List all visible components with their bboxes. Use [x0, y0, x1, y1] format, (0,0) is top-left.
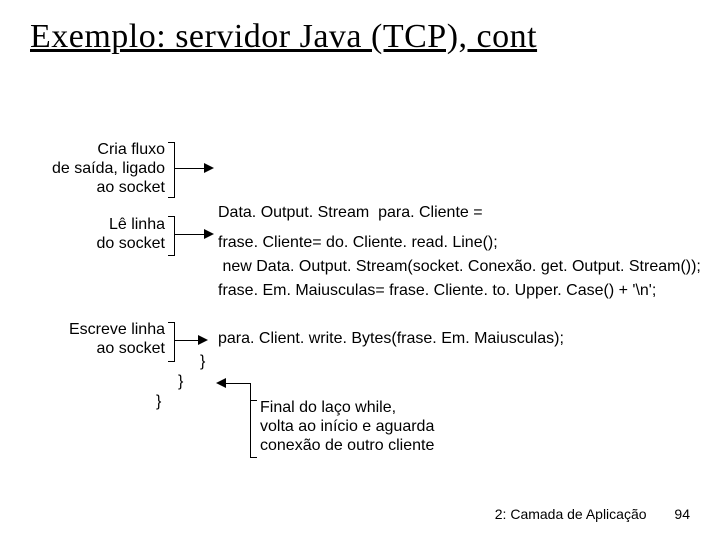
code-write-bytes: para. Client. write. Bytes(frase. Em. Ma… — [218, 330, 564, 348]
note-line1: Final do laço while, — [260, 398, 520, 417]
code1-line2: new Data. Output. Stream(socket. Conexão… — [218, 258, 701, 276]
footer-text: 2: Camada de Aplicação — [495, 506, 647, 522]
closing-brace-2: } — [178, 373, 183, 391]
slide-footer: 2: Camada de Aplicação 94 — [495, 506, 690, 522]
closing-brace-3: } — [156, 393, 161, 411]
closing-brace-1: } — [200, 353, 205, 371]
annotation-create-output-stream: Cria fluxo de saída, ligado ao socket — [35, 140, 165, 198]
annotation-read-line: Lê linha do socket — [60, 215, 165, 253]
ann2-line1: Lê linha — [60, 215, 165, 234]
arrowhead-1 — [204, 163, 214, 173]
ann2-line2: do socket — [60, 234, 165, 253]
arrow-note-h — [226, 383, 250, 384]
arrowhead-2 — [204, 229, 214, 239]
bracket-note — [250, 400, 257, 458]
ann3-line1: Escreve linha — [50, 320, 165, 339]
note-line2: volta ao início e aguarda — [260, 417, 520, 436]
bracket-2 — [168, 216, 175, 256]
arrow-1 — [174, 168, 204, 169]
arrow-3 — [174, 340, 198, 341]
ann3-line2: ao socket — [50, 339, 165, 358]
ann1-line1: Cria fluxo — [35, 140, 165, 159]
annotation-while-loop-note: Final do laço while, volta ao início e a… — [260, 398, 520, 456]
annotation-write-line: Escreve linha ao socket — [50, 320, 165, 358]
note-line3: conexão de outro cliente — [260, 436, 520, 455]
slide: Exemplo: servidor Java (TCP), cont Cria … — [0, 0, 720, 540]
arrow-note-v — [250, 383, 251, 400]
page-number: 94 — [674, 506, 690, 522]
ann1-line3: ao socket — [35, 178, 165, 197]
arrowhead-note — [216, 378, 226, 388]
code1-line1: Data. Output. Stream para. Cliente = — [218, 204, 701, 222]
code-upper-case: frase. Em. Maiusculas= frase. Cliente. t… — [218, 282, 656, 300]
bracket-1 — [168, 142, 175, 198]
arrow-2 — [174, 234, 204, 235]
bracket-3 — [168, 322, 175, 362]
slide-title: Exemplo: servidor Java (TCP), cont — [30, 18, 537, 56]
code-read-line: frase. Cliente= do. Cliente. read. Line(… — [218, 234, 498, 252]
ann1-line2: de saída, ligado — [35, 159, 165, 178]
arrowhead-3 — [198, 335, 208, 345]
